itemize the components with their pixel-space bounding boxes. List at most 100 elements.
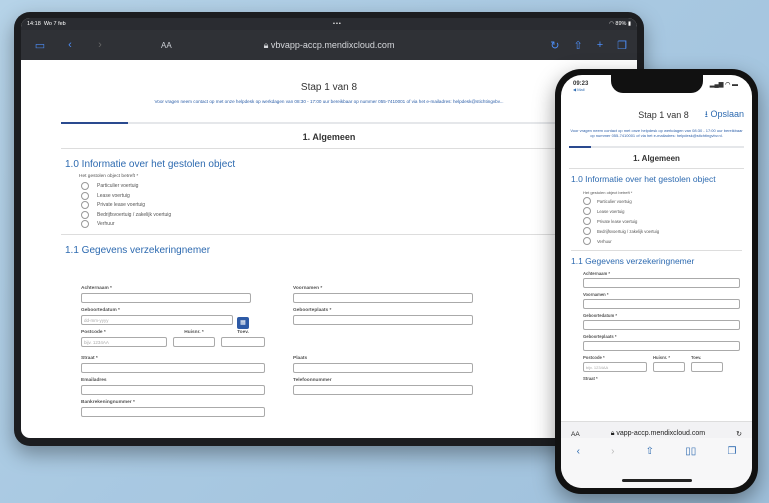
reader-aa-button[interactable]: AA (571, 431, 580, 438)
radio-circle[interactable] (81, 191, 89, 200)
signal-icon: ▂▄▆ (709, 82, 724, 88)
object-heading: 1.0 Informatie over het gestolen object (571, 174, 716, 185)
back-icon[interactable]: ‹ (61, 39, 79, 51)
geboortedatum-input[interactable]: dd-mm-yyyy (81, 315, 233, 325)
geboorteplaats-field: Geboorteplaats * (583, 334, 740, 351)
object-question: Het gestolen object betreft * (79, 174, 139, 179)
tablet-screen: 14:18 Wo 7 feb ••• ◠ 89% ▮ ▭ ‹ › AA 🔒︎ v… (21, 18, 637, 438)
radio-label: Lease voertuig (597, 208, 625, 214)
plaats-input[interactable] (293, 363, 473, 373)
phone-device: 09:23 ◀ Mail ▂▄▆ ◠ ▬ Stap 1 van 8 ⭳ Opsla… (555, 69, 758, 494)
radio-private-lease[interactable]: Private lease voertuig (583, 217, 752, 226)
voornamen-input[interactable] (583, 298, 740, 309)
postcode-input[interactable]: bijv. 1234AA (81, 337, 167, 347)
radio-lease[interactable]: Lease voertuig (583, 207, 752, 216)
reader-aa-button[interactable]: AA (161, 41, 172, 50)
status-time: 14:18 (27, 21, 41, 27)
progress-fill (569, 146, 591, 149)
field-label: Geboorteplaats * (583, 333, 617, 339)
share-icon[interactable]: ⇧ (646, 446, 654, 457)
field-label: Voornamen * (583, 291, 609, 297)
telefoon-input[interactable] (293, 385, 473, 395)
toev-field: Toev. (691, 355, 723, 372)
share-icon[interactable]: ⇧ (573, 39, 582, 52)
new-tab-icon[interactable]: + (597, 39, 603, 52)
tabs-icon[interactable]: ❐ (617, 39, 627, 52)
radio-circle[interactable] (583, 197, 591, 206)
postcode-field: Postcode * bijv. 1234AA (81, 330, 167, 347)
address-bar[interactable]: 🔒︎ vbvapp-accp.mendixcloud.com (21, 40, 637, 51)
huisnr-input[interactable] (653, 361, 685, 372)
divider (61, 234, 597, 236)
lock-icon: 🔒︎ (610, 430, 615, 437)
radio-circle[interactable] (81, 210, 89, 219)
address-url: vapp-accp.mendixcloud.com (616, 430, 706, 437)
back-to-mail[interactable]: ◀ Mail (573, 87, 588, 92)
radio-lease[interactable]: Lease voertuig (81, 191, 637, 200)
toev-input[interactable] (691, 361, 723, 372)
radio-bedrijfsvoertuig[interactable]: Bedrijfsvoertuig / zakelijk voertuig (583, 227, 752, 236)
achternaam-input[interactable] (81, 293, 251, 303)
huisnr-field: Huisnr. * (173, 330, 215, 347)
radio-particulier[interactable]: Particulier voertuig (81, 182, 637, 190)
address-url: vbvapp-accp.mendixcloud.com (270, 39, 395, 50)
radio-verhuur[interactable]: Verhuur (81, 220, 637, 229)
calendar-icon[interactable]: ▦ (237, 317, 249, 329)
browser-toolbar: ▭ ‹ › AA 🔒︎ vbvapp-accp.mendixcloud.com … (21, 30, 637, 60)
step-indicator: Stap 1 van 8 (638, 110, 689, 120)
phone-screen: 09:23 ◀ Mail ▂▄▆ ◠ ▬ Stap 1 van 8 ⭳ Opsla… (561, 75, 752, 488)
huisnr-field: Huisnr. * (653, 355, 685, 372)
field-label: Huisnr. * (653, 354, 670, 360)
forward-icon: › (98, 39, 102, 51)
radio-bedrijfsvoertuig[interactable]: Bedrijfsvoertuig / zakelijk voertuig (81, 210, 637, 219)
radio-label: Verhuur (597, 238, 612, 244)
straat-input[interactable] (81, 363, 265, 373)
divider (571, 250, 742, 252)
voornamen-input[interactable] (293, 293, 473, 303)
bookmarks-icon[interactable]: ▯▯ (685, 446, 696, 457)
radio-verhuur[interactable]: Verhuur (583, 237, 752, 246)
email-input[interactable] (81, 385, 265, 395)
toev-input[interactable] (221, 337, 265, 347)
radio-circle[interactable] (583, 217, 591, 226)
field-label: Toev. (237, 330, 249, 335)
save-button[interactable]: ⭳ Opslaan (705, 107, 744, 123)
postcode-input[interactable]: bijv. 1234AA (583, 361, 647, 372)
radio-particulier[interactable]: Particulier voertuig (583, 197, 752, 206)
field-label: Bankrekeningnummer * (81, 400, 135, 405)
geboortedatum-input[interactable] (583, 319, 740, 330)
radio-circle[interactable] (583, 207, 591, 216)
field-label: Geboorteplaats * (293, 308, 332, 313)
field-label: Straat * (81, 356, 98, 361)
geboorteplaats-input[interactable] (293, 315, 473, 325)
tabs-icon[interactable]: ❐ (727, 446, 736, 457)
radio-label: Private lease voertuig (597, 218, 638, 224)
insured-heading: 1.1 Gegevens verzekeringnemer (65, 245, 211, 257)
radio-circle[interactable] (81, 220, 89, 229)
field-label: Huisnr. * (184, 330, 204, 335)
radio-circle[interactable] (583, 237, 591, 246)
insured-form: Achternaam * Voornamen * Geboortedatum *… (21, 286, 637, 438)
geboortedatum-field: Geboortedatum * dd-mm-yyyy (81, 308, 251, 325)
radio-private-lease[interactable]: Private lease voertuig (81, 201, 637, 210)
radio-circle[interactable] (583, 227, 591, 236)
multitask-dots[interactable]: ••• (333, 21, 342, 27)
reload-icon[interactable]: ↻ (550, 39, 559, 52)
radio-label: Bedrijfsvoertuig / zakelijk voertuig (97, 211, 172, 218)
field-label: Emailadres (81, 378, 107, 383)
achternaam-input[interactable] (583, 277, 740, 288)
postcode-field: Postcode * bijv. 1234AA (583, 355, 647, 372)
sidebar-icon[interactable]: ▭ (31, 39, 49, 52)
tablet-status-bar: 14:18 Wo 7 feb ••• ◠ 89% ▮ (21, 18, 637, 30)
lock-icon: 🔒︎ (263, 39, 269, 50)
geboorteplaats-input[interactable] (583, 340, 740, 351)
back-icon[interactable]: ‹ (577, 446, 580, 457)
field-label: Plaats (293, 356, 308, 361)
reload-icon[interactable]: ↻ (736, 430, 742, 438)
phone-page-header: Stap 1 van 8 ⭳ Opslaan (561, 97, 752, 123)
radio-label: Particulier voertuig (97, 183, 139, 189)
bankrekening-input[interactable] (81, 407, 265, 417)
radio-circle[interactable] (81, 201, 89, 210)
huisnr-input[interactable] (173, 337, 215, 347)
radio-circle[interactable] (81, 182, 89, 190)
